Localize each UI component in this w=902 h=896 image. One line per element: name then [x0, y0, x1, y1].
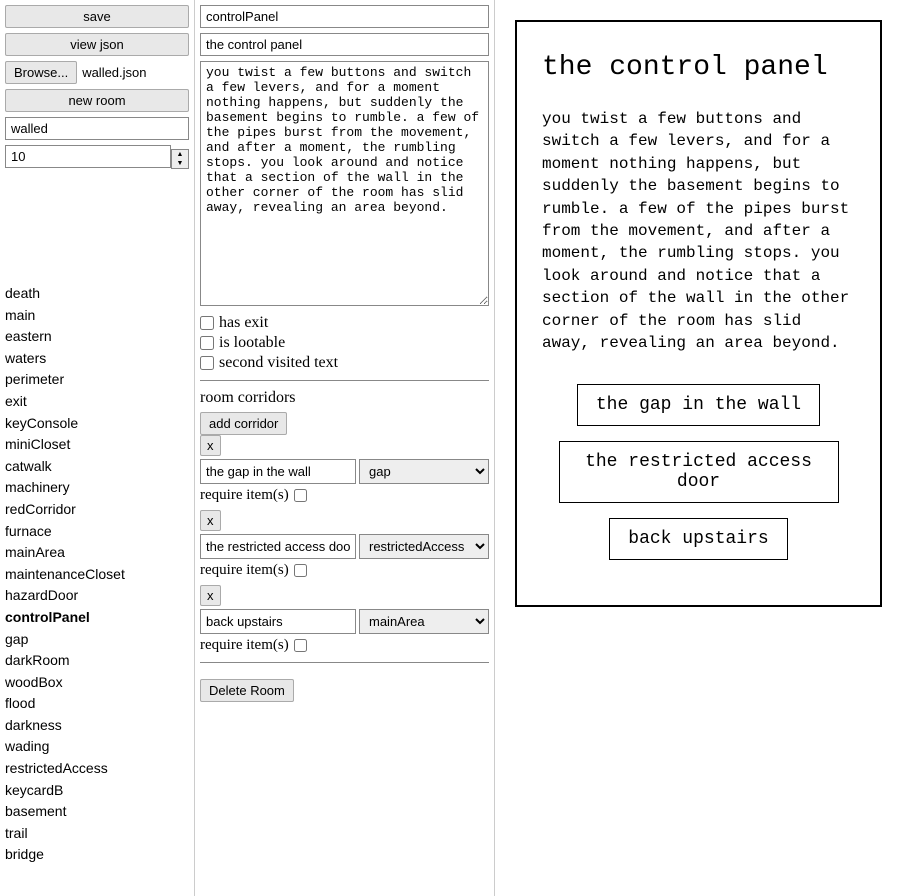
view-json-button[interactable]: view json [5, 33, 189, 56]
spinner-up-icon[interactable]: ▲ [172, 150, 188, 159]
room-list-item[interactable]: keyConsole [5, 413, 189, 435]
spinner-down-icon[interactable]: ▼ [172, 159, 188, 168]
room-list-item[interactable]: darkRoom [5, 650, 189, 672]
room-list-item[interactable]: flood [5, 693, 189, 715]
room-list-item[interactable]: keycardB [5, 780, 189, 802]
require-items-checkbox[interactable] [294, 639, 307, 652]
room-title-input[interactable] [200, 33, 489, 56]
delete-room-button[interactable]: Delete Room [200, 679, 294, 702]
room-list-item[interactable]: mainArea [5, 542, 189, 564]
second-visited-checkbox[interactable] [200, 356, 214, 370]
room-list-item[interactable]: wading [5, 736, 189, 758]
filename-label: walled.json [82, 65, 146, 80]
preview-corridor-link[interactable]: the restricted access door [559, 441, 839, 503]
room-list-item[interactable]: gap [5, 629, 189, 651]
number-spinner[interactable]: ▲ ▼ [171, 149, 189, 169]
corridor-label-input[interactable] [200, 459, 356, 484]
corridor-block: x restrictedAccess require item(s) [200, 510, 489, 579]
room-list-item[interactable]: miniCloset [5, 434, 189, 456]
is-lootable-checkbox[interactable] [200, 336, 214, 350]
preview-description: you twist a few buttons and switch a few… [542, 108, 855, 354]
remove-corridor-button[interactable]: x [200, 510, 221, 531]
new-room-button[interactable]: new room [5, 89, 189, 112]
room-list-item[interactable]: furnace [5, 521, 189, 543]
room-list-item[interactable]: catwalk [5, 456, 189, 478]
room-list-item[interactable]: eastern [5, 326, 189, 348]
corridor-block: x gap require item(s) [200, 435, 489, 504]
room-list: deathmaineasternwatersperimeterexitkeyCo… [5, 283, 189, 866]
remove-corridor-button[interactable]: x [200, 435, 221, 456]
has-exit-label: has exit [219, 314, 268, 332]
corridor-target-select[interactable]: restrictedAccess [359, 534, 489, 559]
preview-panel: the control panel you twist a few button… [495, 0, 902, 896]
is-lootable-label: is lootable [219, 334, 285, 352]
require-items-checkbox[interactable] [294, 489, 307, 502]
preview-corridor-link[interactable]: the gap in the wall [577, 384, 820, 426]
corridor-target-select[interactable]: gap [359, 459, 489, 484]
room-list-item[interactable]: bridge [5, 844, 189, 866]
project-name-input[interactable] [5, 117, 189, 140]
room-list-item[interactable]: waters [5, 348, 189, 370]
remove-corridor-button[interactable]: x [200, 585, 221, 606]
room-list-item[interactable]: hazardDoor [5, 585, 189, 607]
room-list-item[interactable]: death [5, 283, 189, 305]
room-list-item[interactable]: exit [5, 391, 189, 413]
room-description-textarea[interactable]: you twist a few buttons and switch a few… [200, 61, 489, 306]
corridor-label-input[interactable] [200, 534, 356, 559]
room-list-item[interactable]: maintenanceCloset [5, 564, 189, 586]
room-list-item[interactable]: restrictedAccess [5, 758, 189, 780]
require-items-label: require item(s) [200, 637, 289, 654]
save-button[interactable]: save [5, 5, 189, 28]
room-list-item[interactable]: basement [5, 801, 189, 823]
room-list-item[interactable]: machinery [5, 477, 189, 499]
room-list-item[interactable]: controlPanel [5, 607, 189, 629]
corridor-block: x mainArea require item(s) [200, 585, 489, 654]
preview-title: the control panel [542, 52, 855, 83]
room-list-item[interactable]: main [5, 305, 189, 327]
add-corridor-button[interactable]: add corridor [200, 412, 287, 435]
number-input[interactable] [5, 145, 171, 168]
require-items-label: require item(s) [200, 562, 289, 579]
room-id-input[interactable] [200, 5, 489, 28]
room-list-item[interactable]: redCorridor [5, 499, 189, 521]
second-visited-label: second visited text [219, 354, 338, 372]
left-panel: save view json Browse... walled.json new… [0, 0, 195, 896]
require-items-label: require item(s) [200, 487, 289, 504]
editor-panel: you twist a few buttons and switch a few… [195, 0, 495, 896]
corridor-label-input[interactable] [200, 609, 356, 634]
preview-corridor-link[interactable]: back upstairs [609, 518, 787, 560]
require-items-checkbox[interactable] [294, 564, 307, 577]
browse-button[interactable]: Browse... [5, 61, 77, 84]
room-list-item[interactable]: darkness [5, 715, 189, 737]
room-list-item[interactable]: perimeter [5, 369, 189, 391]
corridor-target-select[interactable]: mainArea [359, 609, 489, 634]
preview-box: the control panel you twist a few button… [515, 20, 882, 607]
room-list-item[interactable]: trail [5, 823, 189, 845]
room-list-item[interactable]: woodBox [5, 672, 189, 694]
has-exit-checkbox[interactable] [200, 316, 214, 330]
corridors-heading: room corridors [200, 389, 489, 407]
